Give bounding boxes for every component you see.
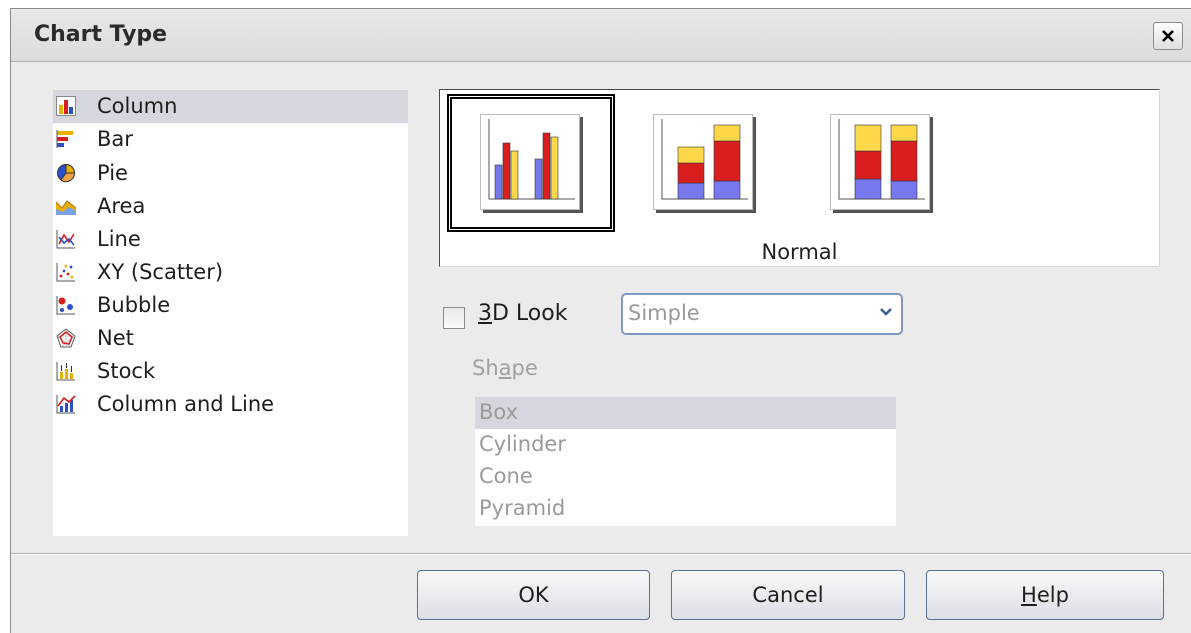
chart-type-item-column[interactable]: Column [53, 90, 408, 123]
chart-type-label: Bar [97, 127, 133, 151]
variant-percent-stacked[interactable] [797, 94, 965, 232]
chart-type-label: Stock [97, 359, 156, 383]
net-chart-icon [56, 328, 76, 348]
variant-normal[interactable] [447, 94, 615, 232]
button-separator [11, 553, 1191, 555]
column-line-chart-icon [56, 395, 76, 414]
dialog-title: Chart Type [34, 22, 168, 47]
chart-type-list[interactable]: Column Bar Pie Area Line XY (Scatter) Bu… [53, 90, 408, 536]
3d-style-dropdown[interactable]: Simple [621, 293, 903, 335]
title-bar: Chart Type [11, 9, 1191, 62]
chart-type-label: Area [97, 194, 146, 218]
shape-item-label: Pyramid [479, 496, 566, 520]
chart-type-item-pie[interactable]: Pie [53, 157, 408, 190]
3d-look-label-rest: D Look [492, 301, 568, 326]
shape-item-cylinder[interactable]: Cylinder [475, 429, 896, 461]
shape-item-label: Box [479, 400, 519, 424]
3d-look-mnemonic: 3 [478, 301, 492, 326]
chart-type-item-line[interactable]: Line [53, 223, 408, 256]
chart-type-label: XY (Scatter) [97, 260, 224, 284]
shape-item-box[interactable]: Box [475, 397, 896, 429]
shape-list[interactable]: Box Cylinder Cone Pyramid [475, 397, 896, 526]
shape-item-pyramid[interactable]: Pyramid [475, 493, 896, 525]
shape-item-label: Cylinder [479, 432, 566, 456]
close-icon [1162, 30, 1174, 42]
shape-label-mnemonic: a [498, 356, 512, 380]
pie-chart-icon [57, 163, 76, 183]
help-mnemonic: H [1021, 583, 1037, 607]
help-label-rest: elp [1036, 583, 1069, 607]
stacked-column-icon [661, 119, 748, 200]
bubble-chart-icon [56, 296, 75, 315]
variant-caption: Normal [761, 240, 838, 264]
chart-type-item-column-and-line[interactable]: Column and Line [53, 388, 408, 421]
variant-thumbnail [830, 114, 930, 210]
normal-column-icon [488, 119, 575, 200]
chart-type-label: Column and Line [97, 392, 275, 416]
variant-stacked[interactable] [620, 94, 788, 232]
shape-item-cone[interactable]: Cone [475, 461, 896, 493]
variant-thumbnail [653, 114, 753, 210]
chart-type-label: Bubble [97, 293, 171, 317]
chart-type-item-area[interactable]: Area [53, 190, 408, 223]
chart-type-label: Line [97, 227, 141, 251]
bar-chart-icon [56, 130, 73, 148]
chart-type-item-net[interactable]: Net [53, 322, 408, 355]
shape-item-label: Cone [479, 464, 533, 488]
3d-look-checkbox[interactable] [443, 307, 465, 329]
3d-look-label[interactable]: 3D Look [478, 301, 567, 326]
cancel-button[interactable]: Cancel [671, 570, 905, 620]
line-chart-icon [56, 230, 75, 249]
column-chart-icon [56, 96, 76, 116]
close-button[interactable] [1153, 22, 1183, 50]
ok-button[interactable]: OK [417, 570, 650, 620]
chevron-down-icon [880, 308, 892, 316]
help-button[interactable]: Help [926, 570, 1164, 620]
chart-type-label: Column [97, 94, 178, 118]
shape-label-post: pe [511, 356, 538, 380]
chart-type-item-bar[interactable]: Bar [53, 123, 408, 156]
shape-label-pre: Sh [472, 356, 499, 380]
stock-chart-icon [56, 362, 75, 381]
chart-type-item-scatter[interactable]: XY (Scatter) [53, 256, 408, 289]
chart-type-item-bubble[interactable]: Bubble [53, 289, 408, 322]
variant-thumbnail [480, 114, 580, 210]
scatter-chart-icon [56, 263, 75, 282]
chart-type-label: Pie [97, 161, 128, 185]
chart-type-item-stock[interactable]: Stock [53, 355, 408, 388]
percent-stacked-column-icon [838, 119, 925, 200]
area-chart-icon [56, 200, 76, 215]
chart-variant-panel: Normal [439, 89, 1160, 267]
shape-label: Shape [472, 356, 538, 380]
3d-style-value: Simple [628, 301, 700, 325]
chart-type-dialog: Chart Type Column Bar Pie Area Line XY (… [10, 8, 1191, 633]
chart-type-label: Net [97, 326, 134, 350]
